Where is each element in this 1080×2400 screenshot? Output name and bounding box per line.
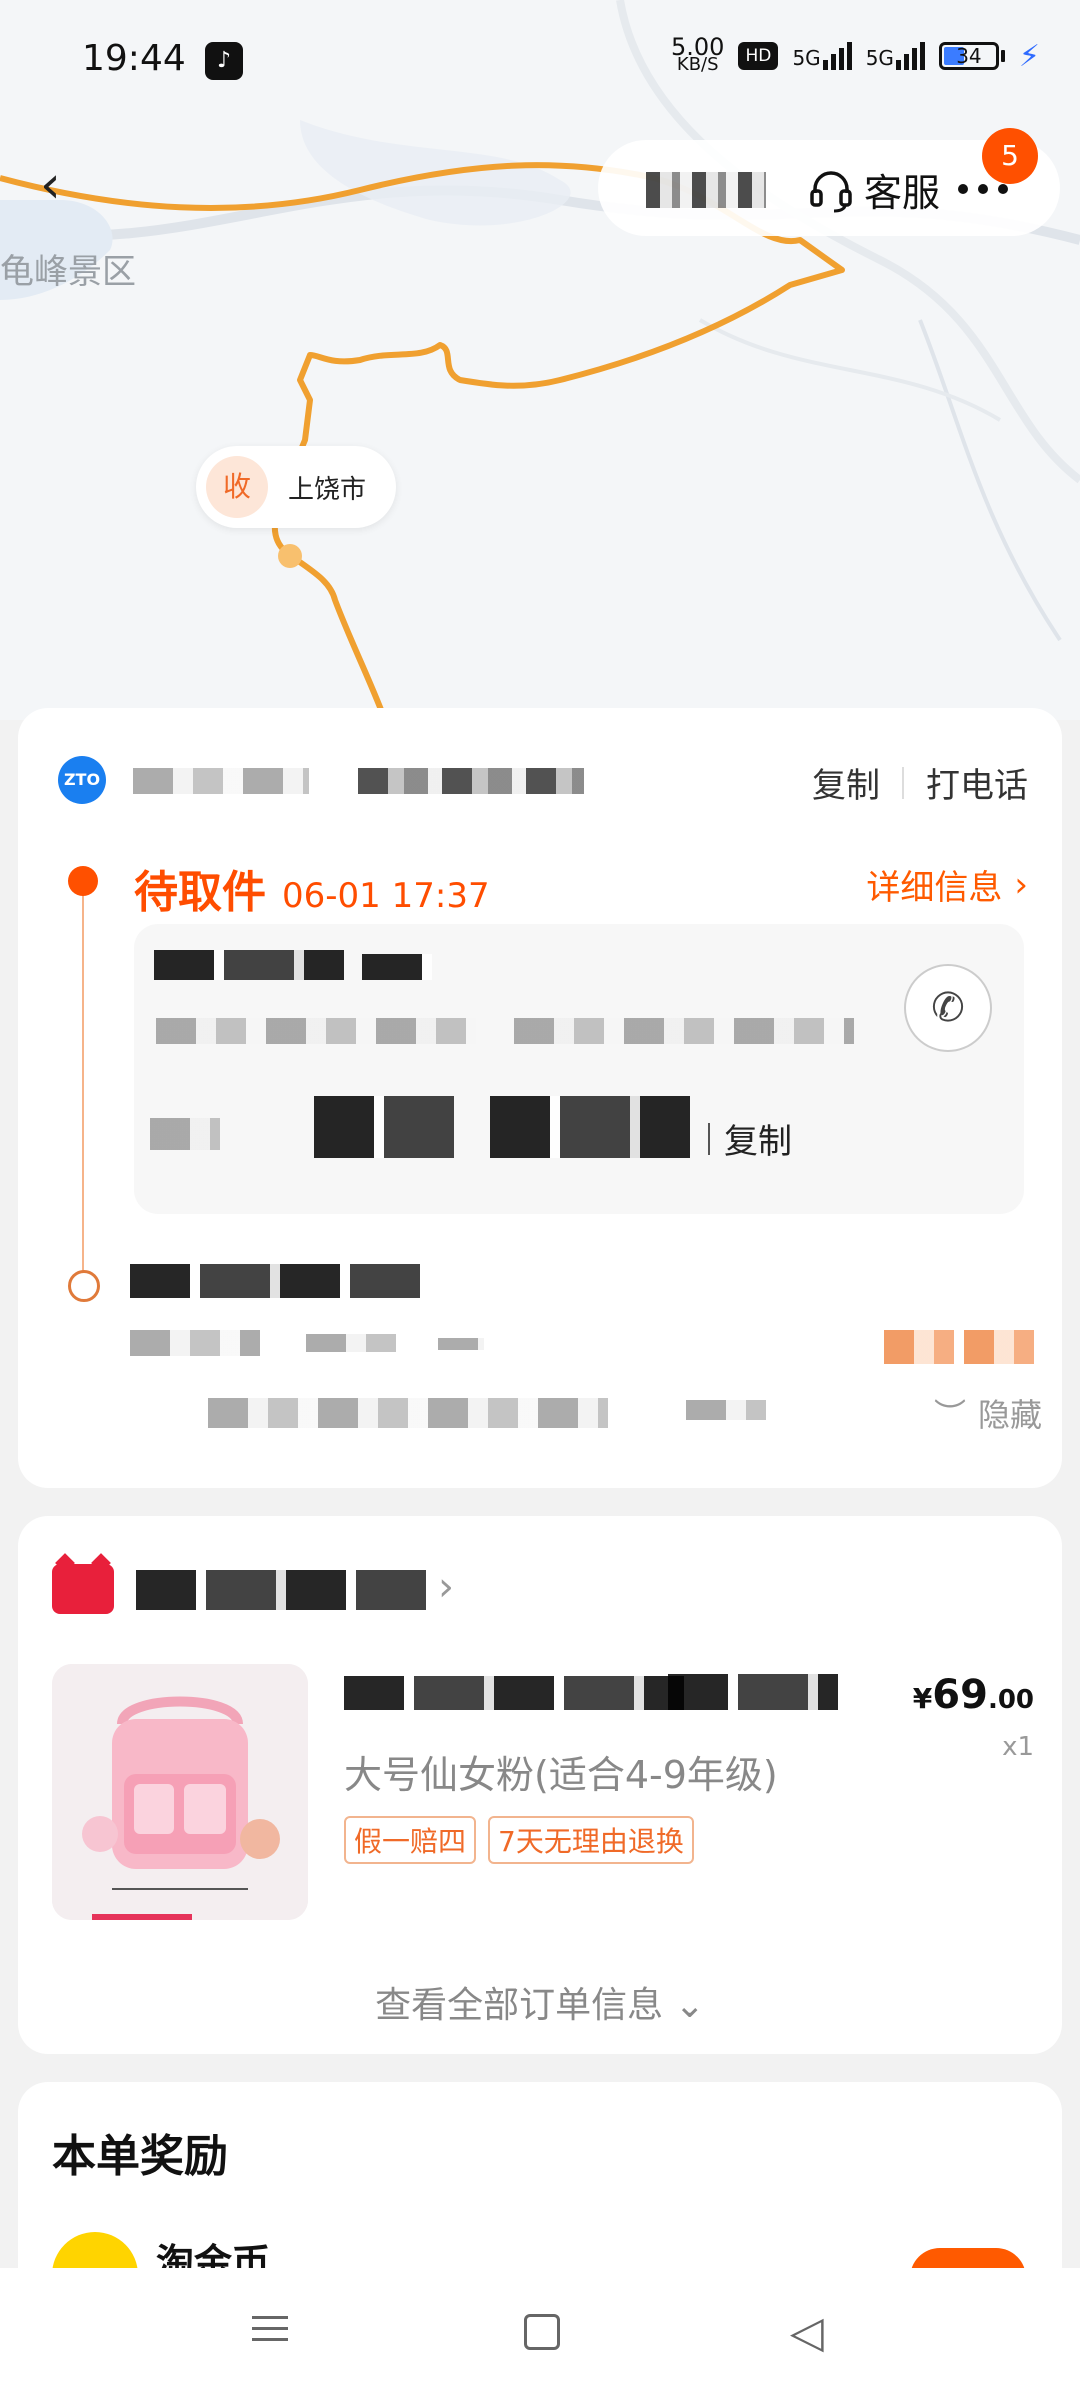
redacted-previous-detail [130, 1330, 260, 1356]
redacted-previous-address-2 [686, 1400, 766, 1420]
redacted-previous-detail-2 [306, 1334, 396, 1352]
phone-icon[interactable]: ✆ [904, 964, 992, 1052]
headset-icon [810, 170, 852, 212]
redacted-product-title-2[interactable] [668, 1674, 838, 1710]
redacted-previous-tag [884, 1330, 1040, 1364]
map-area-label: 龟峰景区 [0, 252, 136, 292]
tag-7day-return: 7天无理由退换 [488, 1816, 694, 1864]
signal-icon: 5G [792, 42, 852, 70]
redacted-previous-address [208, 1398, 608, 1428]
copy-tracking-button[interactable]: 复制 [812, 758, 880, 807]
charging-icon: ⚡ [1018, 38, 1040, 74]
redacted-courier-name [133, 768, 309, 794]
home-icon[interactable] [524, 2314, 560, 2350]
eye-closed-icon: ︶ [933, 1396, 966, 1434]
system-nav-bar: ◁ [0, 2268, 1080, 2400]
notification-badge: 5 [982, 128, 1038, 184]
rewards-title: 本单奖励 [52, 2131, 228, 2182]
backpack-illustration [52, 1664, 308, 1920]
status-row: 待取件 06-01 17:37 [134, 856, 490, 920]
redacted-pickup-code [314, 1096, 454, 1158]
customer-service-button[interactable]: 客服 [808, 162, 940, 217]
receiver-city: 上饶市 [288, 474, 367, 505]
status-bar: 19:44 ♪ 5.00 KB/S HD 5G 5G 34 ⚡ [0, 0, 1080, 120]
timeline-dot-active [68, 866, 98, 896]
timeline-line [82, 880, 84, 1300]
back-triangle-icon[interactable]: ◁ [790, 2308, 840, 2358]
route-current-dot [278, 544, 302, 568]
battery-icon: 34 [938, 42, 1005, 70]
back-chevron-icon[interactable]: ‹ [40, 155, 90, 215]
redacted-previous-status [130, 1264, 420, 1298]
courier-logo: ZTO [58, 756, 106, 804]
receiver-badge: 收 [206, 456, 268, 518]
redacted-pickup-location [154, 950, 344, 980]
redacted-pickup-code-2 [490, 1096, 690, 1158]
redacted-pickup-location-2 [362, 954, 432, 980]
redacted-product-title[interactable] [344, 1676, 684, 1710]
detail-info-link[interactable]: 详细信息 › [866, 860, 1028, 909]
status-time: 19:44 [82, 38, 186, 79]
hd-icon: HD [738, 42, 779, 70]
timeline-dot-previous [68, 1270, 100, 1302]
redacted-code-label [150, 1118, 220, 1150]
top-actions: 复制 打电话 [812, 758, 1028, 807]
customer-service-label: 客服 [864, 171, 941, 215]
status-time-stamp: 06-01 17:37 [282, 876, 490, 916]
signal-icon-2: 5G [866, 42, 925, 70]
status-title: 待取件 [134, 867, 266, 918]
page: 龟峰景区 19:44 ♪ 5.00 KB/S HD 5G 5G 34 ⚡ ‹ 客… [0, 0, 1080, 2400]
chevron-right-icon: › [1014, 864, 1028, 905]
product-quantity: x1 [1002, 1732, 1034, 1762]
call-button[interactable]: 打电话 [926, 758, 1028, 807]
chevron-right-icon[interactable]: › [438, 1564, 454, 1610]
tiktok-icon: ♪ [205, 42, 243, 80]
redacted-pickup-address-2 [514, 1018, 854, 1044]
redacted-text [646, 172, 766, 208]
redacted-previous-detail-3 [438, 1338, 484, 1350]
order-card: › 大号仙女粉(适合4-9年级) 假一赔四 7天无理由退换 ¥69.00 x1 … [18, 1516, 1062, 2054]
product-variant: 大号仙女粉(适合4-9年级) [344, 1753, 778, 1797]
copy-code-button[interactable]: 复制 [708, 1114, 792, 1163]
tag-fake-compensation: 假一赔四 [344, 1816, 477, 1864]
redacted-pickup-address [156, 1018, 476, 1044]
network-speed: 5.00 KB/S [671, 33, 725, 75]
recent-apps-icon[interactable] [252, 2308, 288, 2358]
hide-toggle[interactable]: ︶ 隐藏 [934, 1390, 1042, 1436]
redacted-store-name[interactable] [136, 1570, 426, 1610]
view-all-order-info[interactable]: 查看全部订单信息 ⌄ [18, 1976, 1062, 2028]
product-tags: 假一赔四 7天无理由退换 [344, 1816, 694, 1864]
product-image[interactable] [52, 1664, 308, 1920]
tmall-logo-icon [52, 1564, 114, 1614]
receiver-pin: 收 上饶市 [196, 446, 397, 528]
product-price: ¥69.00 [912, 1672, 1034, 1718]
logistics-card: ZTO 复制 打电话 待取件 06-01 17:37 详细信息 › ✆ 复制 ︶… [18, 708, 1062, 1488]
redacted-tracking-number [358, 768, 584, 794]
chevron-down-icon: ⌄ [674, 1985, 705, 2026]
pickup-info-box: ✆ 复制 [134, 924, 1024, 1214]
more-icon[interactable] [958, 184, 1008, 194]
